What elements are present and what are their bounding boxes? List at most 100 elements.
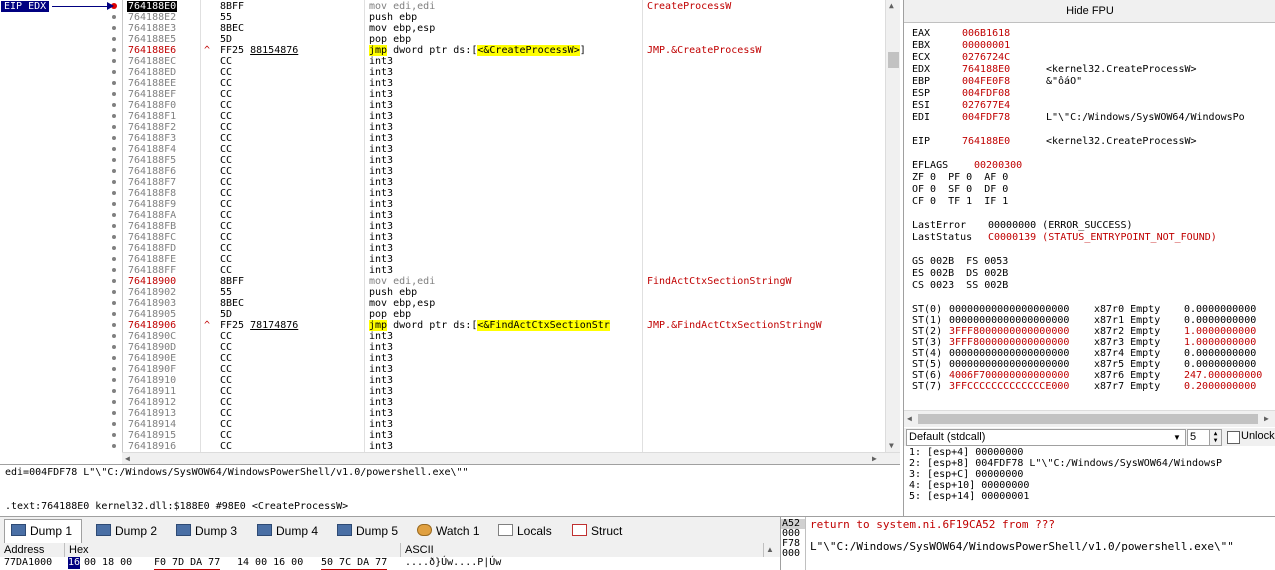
instruction-address: 764188F4 (128, 144, 177, 155)
chevron-down-icon[interactable]: ▼ (1173, 430, 1181, 445)
bytes-text: CC (220, 419, 233, 430)
disasm-row[interactable]: 764188F2 CC int3 (0, 122, 885, 133)
scroll-left-icon[interactable]: ◀ (125, 453, 130, 464)
calling-convention-select[interactable]: Default (stdcall) ▼ (906, 429, 1186, 446)
disasm-row[interactable]: 764188E0 8BFF mov edi,edi CreateProcessW (0, 1, 885, 12)
hide-fpu-button[interactable]: Hide FPU (904, 0, 1275, 23)
disasm-row[interactable]: 764188EF CC int3 (0, 89, 885, 100)
disasm-row[interactable]: 764188F9 CC int3 (0, 199, 885, 210)
column-address[interactable]: Address (0, 543, 65, 557)
disassembly-vertical-scrollbar[interactable]: ▲ ▼ (885, 0, 900, 452)
disasm-row[interactable]: 76418914 CC int3 (0, 419, 885, 430)
disasm-row[interactable]: 764188E2 55 push ebp (0, 12, 885, 23)
scroll-up-icon[interactable]: ▲ (889, 0, 894, 12)
disasm-row[interactable]: 764188EC CC int3 (0, 56, 885, 67)
call-stack-argument-row[interactable]: 1: [esp+4] 00000000 (909, 447, 1023, 458)
disasm-row[interactable]: 76418915 CC int3 (0, 430, 885, 441)
registers-horizontal-scrollbar[interactable]: ◀ ▶ (904, 410, 1275, 427)
disasm-row[interactable]: 764188F7 CC int3 (0, 177, 885, 188)
instruction-text: int3 (369, 254, 393, 265)
disasm-row[interactable]: 76418912 CC int3 (0, 397, 885, 408)
scroll-right-icon[interactable]: ▶ (872, 453, 877, 464)
disasm-row[interactable]: 764188F3 CC int3 (0, 133, 885, 144)
instruction-bytes: CC (220, 199, 232, 210)
column-ascii[interactable]: ASCII (401, 543, 764, 557)
tab-watch-1[interactable]: Watch 1 (411, 520, 484, 542)
call-stack-argument-row[interactable]: 3: [esp+C] 00000000 (909, 469, 1023, 480)
scroll-thumb[interactable] (888, 52, 899, 68)
call-stack-argument-row[interactable]: 5: [esp+14] 00000001 (909, 491, 1029, 502)
column-hex[interactable]: Hex (65, 543, 401, 557)
instruction-address: 764188F7 (128, 177, 177, 188)
instruction-operands: int3 (369, 56, 394, 67)
disasm-row[interactable]: 764188FE CC int3 (0, 254, 885, 265)
instruction-text: int3 (369, 111, 393, 122)
disassembly-horizontal-scrollbar[interactable]: ◀ ▶ (122, 452, 900, 464)
disasm-row[interactable]: 764188F0 CC int3 (0, 100, 885, 111)
scroll-down-icon[interactable]: ▼ (889, 440, 894, 452)
disasm-row[interactable]: 7641890E CC int3 (0, 353, 885, 364)
scroll-right-icon[interactable]: ▶ (1264, 413, 1269, 425)
disasm-row[interactable]: 764188E6 ^ FF25 88154876 jmp dword ptr ds:[… (0, 45, 885, 56)
disasm-row[interactable]: 76418900 8BFF mov edi,edi FindActCtxSection… (0, 276, 885, 287)
disasm-row[interactable]: 76418902 55 push ebp (0, 287, 885, 298)
disasm-row[interactable]: 76418905 5D pop ebp (0, 309, 885, 320)
bytes-text: CC (220, 210, 233, 221)
call-stack-argument-row[interactable]: 2: [esp+8] 004FDF78 L"\"C:/Windows/SysWO… (909, 458, 1222, 469)
instruction-text: int3 (369, 133, 393, 144)
argument-count-spinner[interactable]: ▲ ▼ (1209, 429, 1222, 446)
tab-struct[interactable]: Struct (566, 520, 628, 542)
tab-dump-5[interactable]: Dump 5 (331, 520, 403, 542)
registers-pane[interactable]: Hide FPU EAX 006B1618 EBX 00000001 ECX 027672… (903, 0, 1275, 428)
scroll-thumb[interactable] (918, 414, 1258, 424)
disasm-row[interactable]: 76418913 CC int3 (0, 408, 885, 419)
disasm-row[interactable]: 76418903 8BEC mov ebp,esp (0, 298, 885, 309)
dump-row[interactable]: 77DA1000 16 00 18 00 F0 7D DA 77 14 00 1… (0, 557, 780, 570)
disasm-row[interactable]: 7641890C CC int3 (0, 331, 885, 342)
bytes-text: CC (220, 122, 233, 133)
call-stack-arguments[interactable]: 1: [esp+4] 00000000 2: [esp+8] 004FDF78 L… (903, 446, 1275, 516)
disasm-row[interactable]: 764188F1 CC int3 (0, 111, 885, 122)
disasm-row[interactable]: 764188FD CC int3 (0, 243, 885, 254)
tab-locals[interactable]: Locals (492, 520, 558, 542)
lasterror-label: LastError (912, 220, 967, 231)
instruction-address: 764188F3 (128, 133, 177, 144)
disasm-row[interactable]: 764188FF CC int3 (0, 265, 885, 276)
disasm-row[interactable]: 764188EE CC int3 (0, 78, 885, 89)
disasm-row[interactable]: 7641890D CC int3 (0, 342, 885, 353)
disasm-row[interactable]: 764188FA CC int3 (0, 210, 885, 221)
disasm-row[interactable]: 764188F5 CC int3 (0, 155, 885, 166)
disasm-row[interactable]: 764188F6 CC int3 (0, 166, 885, 177)
disassembly-pane[interactable]: 764188E0 8BFF mov edi,edi CreateProcessW 764… (0, 0, 900, 464)
instruction-operands: int3 (369, 221, 394, 232)
disasm-row[interactable]: 76418916 CC int3 (0, 441, 885, 452)
disasm-row[interactable]: 76418906 ^ FF25 78174876 jmp dword ptr ds:[… (0, 320, 885, 331)
call-stack-argument-row[interactable]: 4: [esp+10] 00000000 (909, 480, 1029, 491)
instruction-address: 76418916 (128, 441, 177, 452)
tab-dump-1[interactable]: Dump 1 (4, 519, 82, 545)
disasm-row[interactable]: 764188F8 CC int3 (0, 188, 885, 199)
disasm-row[interactable]: 764188E3 8BEC mov ebp,esp (0, 23, 885, 34)
disasm-row[interactable]: 7641890F CC int3 (0, 364, 885, 375)
eflags-name: EFLAGS (912, 160, 949, 171)
disasm-row[interactable]: 764188ED CC int3 (0, 67, 885, 78)
scroll-left-icon[interactable]: ◀ (907, 413, 912, 425)
dump-byte-selected[interactable]: 16 (68, 557, 81, 569)
tab-dump-4[interactable]: Dump 4 (251, 520, 323, 542)
instruction-bytes: CC (220, 67, 232, 78)
argument-count-input[interactable]: 5 (1187, 429, 1211, 446)
instruction-bytes: 8BFF (220, 1, 244, 12)
tab-dump-3[interactable]: Dump 3 (170, 520, 242, 542)
instruction-bytes: FF25 88154876 (220, 45, 298, 56)
instruction-mnemonic: jmp (369, 45, 388, 56)
scroll-up-icon[interactable]: ▲ (766, 544, 774, 556)
tab-dump-2[interactable]: Dump 2 (90, 520, 162, 542)
disasm-row[interactable]: 76418911 CC int3 (0, 386, 885, 397)
stack-pane[interactable]: A52 000 F78 000 return to system.ni.6F19… (780, 516, 1275, 570)
unlock-checkbox[interactable] (1227, 431, 1240, 444)
disasm-row[interactable]: 764188FB CC int3 (0, 221, 885, 232)
disasm-row[interactable]: 764188FC CC int3 (0, 232, 885, 243)
disasm-row[interactable]: 76418910 CC int3 (0, 375, 885, 386)
disasm-row[interactable]: 764188E5 5D pop ebp (0, 34, 885, 45)
disasm-row[interactable]: 764188F4 CC int3 (0, 144, 885, 155)
